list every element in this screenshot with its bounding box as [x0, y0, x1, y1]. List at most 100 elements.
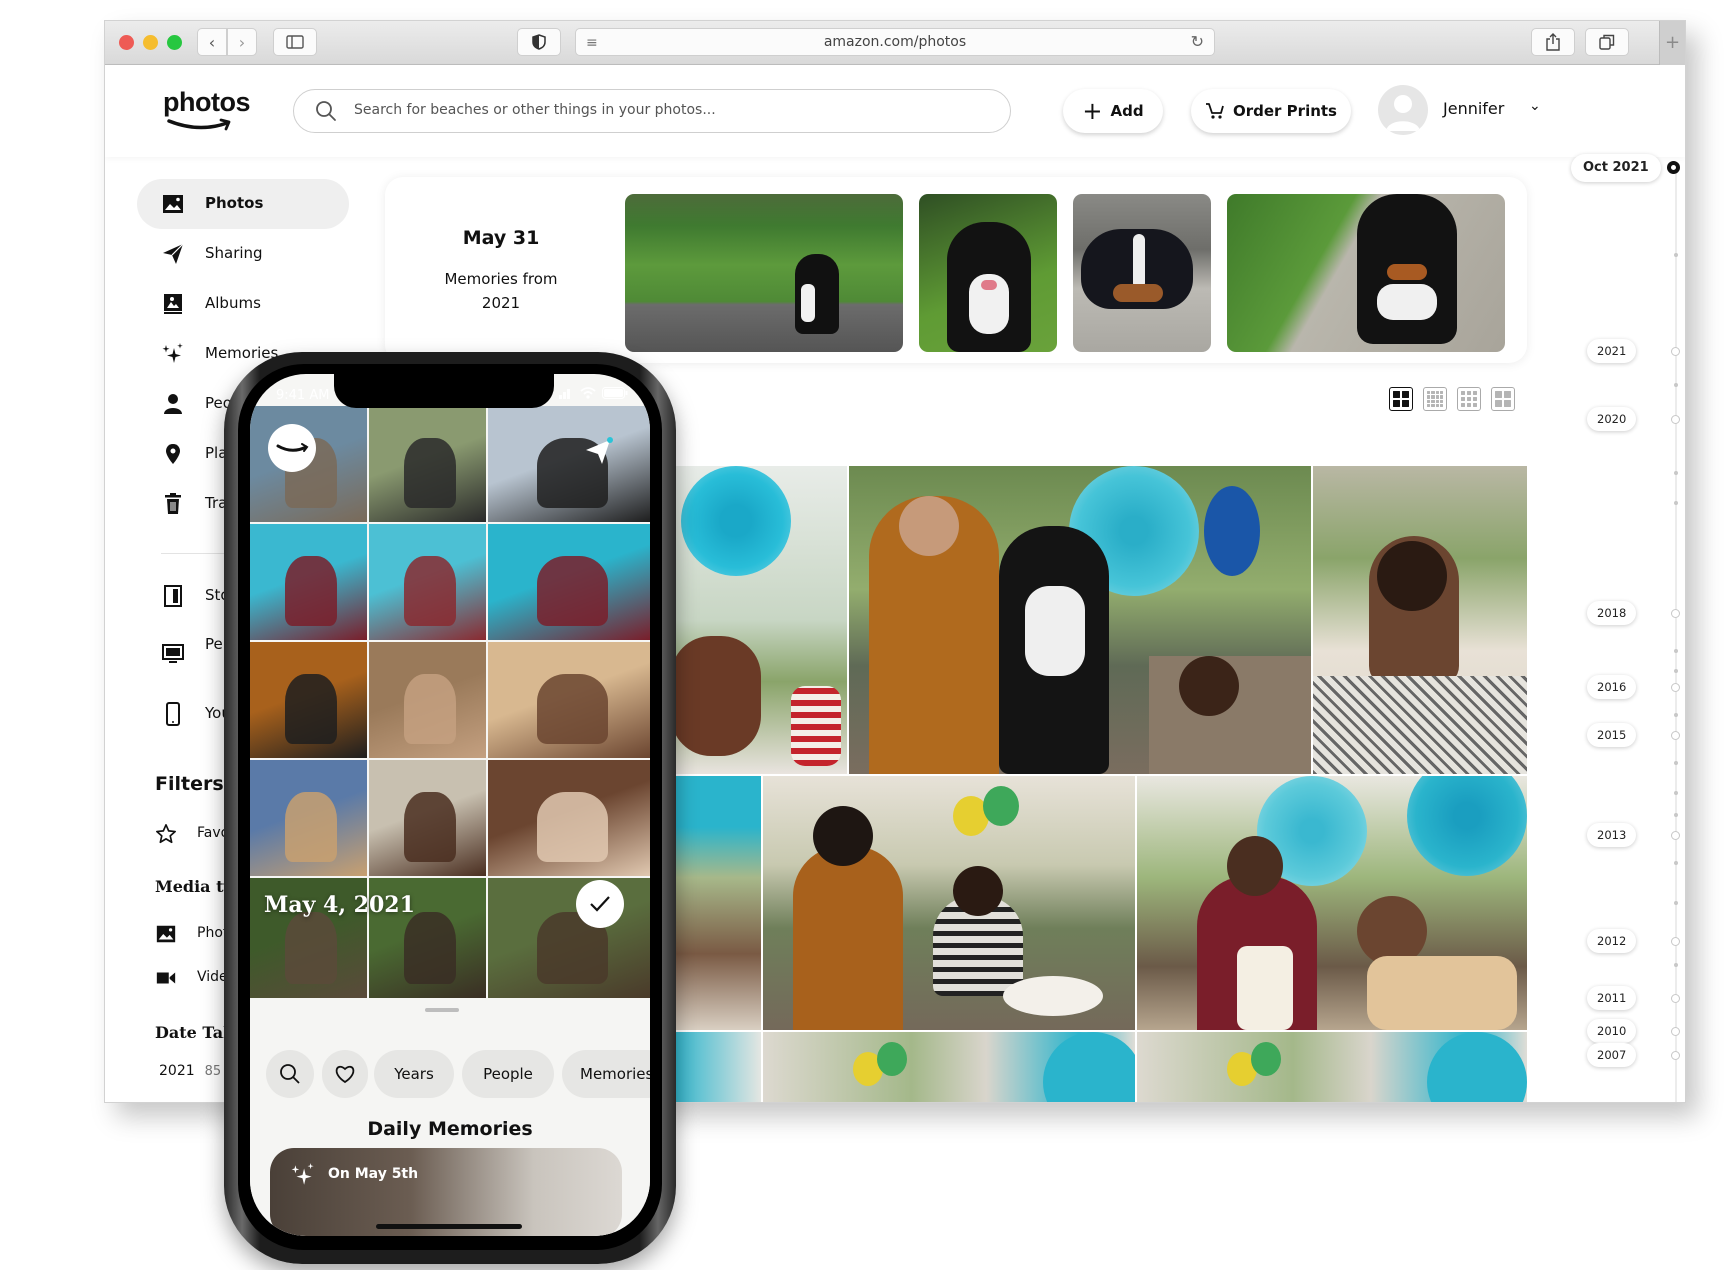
address-bar[interactable]: ≡ amazon.com/photos ↻ [575, 28, 1215, 56]
favorites-chip[interactable] [322, 1050, 368, 1098]
timeline-year-dot[interactable] [1671, 1027, 1680, 1036]
search-input[interactable]: Search for beaches or other things in yo… [293, 89, 1011, 133]
phone-photo-thumbnail[interactable] [250, 642, 367, 758]
view-xlarge-grid-button[interactable] [1491, 387, 1515, 411]
timeline-tick [1674, 813, 1678, 817]
phone-photo-thumbnail[interactable] [488, 878, 650, 998]
memory-photo[interactable] [1227, 194, 1505, 352]
timeline-year-dot[interactable] [1671, 731, 1680, 740]
phone-photo-thumbnail[interactable] [369, 642, 486, 758]
memory-photo[interactable] [919, 194, 1057, 352]
timeline-year-badge[interactable]: 2016 [1587, 675, 1637, 699]
timeline-year-dot[interactable] [1671, 347, 1680, 356]
timeline-year-badge[interactable]: 2010 [1587, 1019, 1637, 1043]
amazon-photos-app-button[interactable] [268, 424, 316, 472]
memories-subtitle-year: 2021 [481, 294, 521, 312]
timeline-year-dot[interactable] [1671, 831, 1680, 840]
back-button[interactable]: ‹ [197, 28, 227, 56]
photo-thumbnail[interactable] [1137, 776, 1527, 1030]
memories-chip[interactable]: Memories [562, 1050, 650, 1098]
timeline-year-badge[interactable]: 2013 [1587, 823, 1637, 847]
sidebar-item-albums[interactable]: Albums [137, 279, 349, 329]
timeline-tick [1674, 963, 1678, 967]
timeline-track[interactable] [1675, 167, 1677, 1102]
view-medium-grid-button[interactable] [1457, 387, 1481, 411]
timeline-year-dot[interactable] [1671, 1051, 1680, 1060]
timeline-year-badge[interactable]: 2021 [1587, 339, 1637, 363]
minimize-window-button[interactable] [143, 35, 158, 50]
photo-thumbnail[interactable] [671, 1032, 761, 1102]
add-button[interactable]: + Add [1063, 89, 1163, 133]
photo-thumbnail[interactable] [763, 1032, 1135, 1102]
view-small-grid-button[interactable] [1423, 387, 1447, 411]
memory-photo[interactable] [625, 194, 903, 352]
phone-photo-thumbnail[interactable] [488, 642, 650, 758]
timeline-year-dot[interactable] [1671, 994, 1680, 1003]
timeline-year-badge[interactable]: 2015 [1587, 723, 1637, 747]
privacy-report-button[interactable] [517, 28, 561, 56]
sidebar-item-photos[interactable]: Photos [137, 179, 349, 229]
timeline-year-badge[interactable]: 2018 [1587, 601, 1637, 625]
reload-icon[interactable]: ↻ [1191, 32, 1204, 51]
location-pin-icon [166, 444, 180, 464]
user-name[interactable]: Jennifer [1443, 99, 1504, 118]
phone-photo-thumbnail[interactable] [369, 760, 486, 876]
phone-photo-thumbnail[interactable] [250, 524, 367, 640]
new-tab-icon[interactable]: + [1659, 21, 1685, 65]
photo-thumbnail[interactable] [671, 776, 761, 1030]
order-prints-button[interactable]: Order Prints [1191, 89, 1351, 133]
checkmark-icon [590, 896, 610, 912]
view-large-grid-button[interactable] [1389, 387, 1413, 411]
amazon-photos-logo[interactable]: photos [163, 87, 253, 137]
photo-thumbnail[interactable] [763, 776, 1135, 1030]
sidebar-toggle-button[interactable] [273, 28, 317, 56]
photo-thumbnail[interactable] [1313, 466, 1527, 774]
close-window-button[interactable] [119, 35, 134, 50]
timeline-year-badge[interactable]: 2007 [1587, 1043, 1637, 1067]
timeline-current-dot[interactable] [1667, 161, 1680, 174]
show-tabs-button[interactable] [1585, 28, 1629, 56]
photo-icon [156, 925, 176, 943]
photo-thumbnail[interactable] [1137, 1032, 1527, 1102]
timeline-year-dot[interactable] [1671, 937, 1680, 946]
timeline-year-badge[interactable]: 2012 [1587, 929, 1637, 953]
forward-button[interactable]: › [227, 28, 257, 56]
chevron-down-icon[interactable]: ⌄ [1529, 98, 1541, 114]
phone-photo-thumbnail[interactable] [488, 406, 650, 522]
timeline-year-badge[interactable]: 2020 [1587, 407, 1637, 431]
date-taken-row[interactable]: 2021 85 [159, 1063, 221, 1079]
search-chip[interactable] [266, 1050, 314, 1098]
timeline-year-dot[interactable] [1671, 683, 1680, 692]
phone-photo-thumbnail[interactable] [488, 760, 650, 876]
sidebar-item-sharing[interactable]: Sharing [137, 229, 349, 279]
home-indicator[interactable] [376, 1224, 522, 1229]
photo-thumbnail[interactable] [671, 466, 847, 774]
date-overlay: May 4, 2021 [264, 892, 415, 918]
people-chip[interactable]: People [462, 1050, 554, 1098]
memories-date: May 31 [462, 227, 540, 249]
daily-memory-card[interactable]: On May 5th [270, 1148, 622, 1236]
phone-photo-thumbnail[interactable] [369, 406, 486, 522]
app-header: photos Search for beaches or other thing… [105, 65, 1685, 157]
select-check-button[interactable] [576, 880, 624, 928]
timeline-year-dot[interactable] [1671, 415, 1680, 424]
date-taken-row[interactable]: 2020 33 [159, 1101, 221, 1102]
timeline-year-badge[interactable]: 2011 [1587, 986, 1637, 1010]
phone-photo-thumbnail[interactable] [488, 524, 650, 640]
phone-photo-thumbnail[interactable] [369, 524, 486, 640]
maximize-window-button[interactable] [167, 35, 182, 50]
phone-photo-thumbnail[interactable] [250, 760, 367, 876]
avatar[interactable] [1378, 85, 1428, 135]
photo-thumbnail[interactable] [849, 466, 1311, 774]
memory-photo[interactable] [1073, 194, 1211, 352]
timeline-year-dot[interactable] [1671, 609, 1680, 618]
share-button[interactable] [1531, 28, 1575, 56]
memories-card[interactable]: May 31 Memories from 2021 [385, 177, 1527, 363]
sheet-handle[interactable] [425, 1008, 459, 1012]
years-chip[interactable]: Years [374, 1050, 454, 1098]
phone-bezel: 9:41 AM May 4, 2021 Years People Memorie… [238, 364, 662, 1250]
phone-notch [334, 374, 554, 408]
share-cursor-icon[interactable] [584, 436, 614, 466]
filters-heading: Filters [155, 773, 224, 795]
timeline-tick [1674, 669, 1678, 673]
